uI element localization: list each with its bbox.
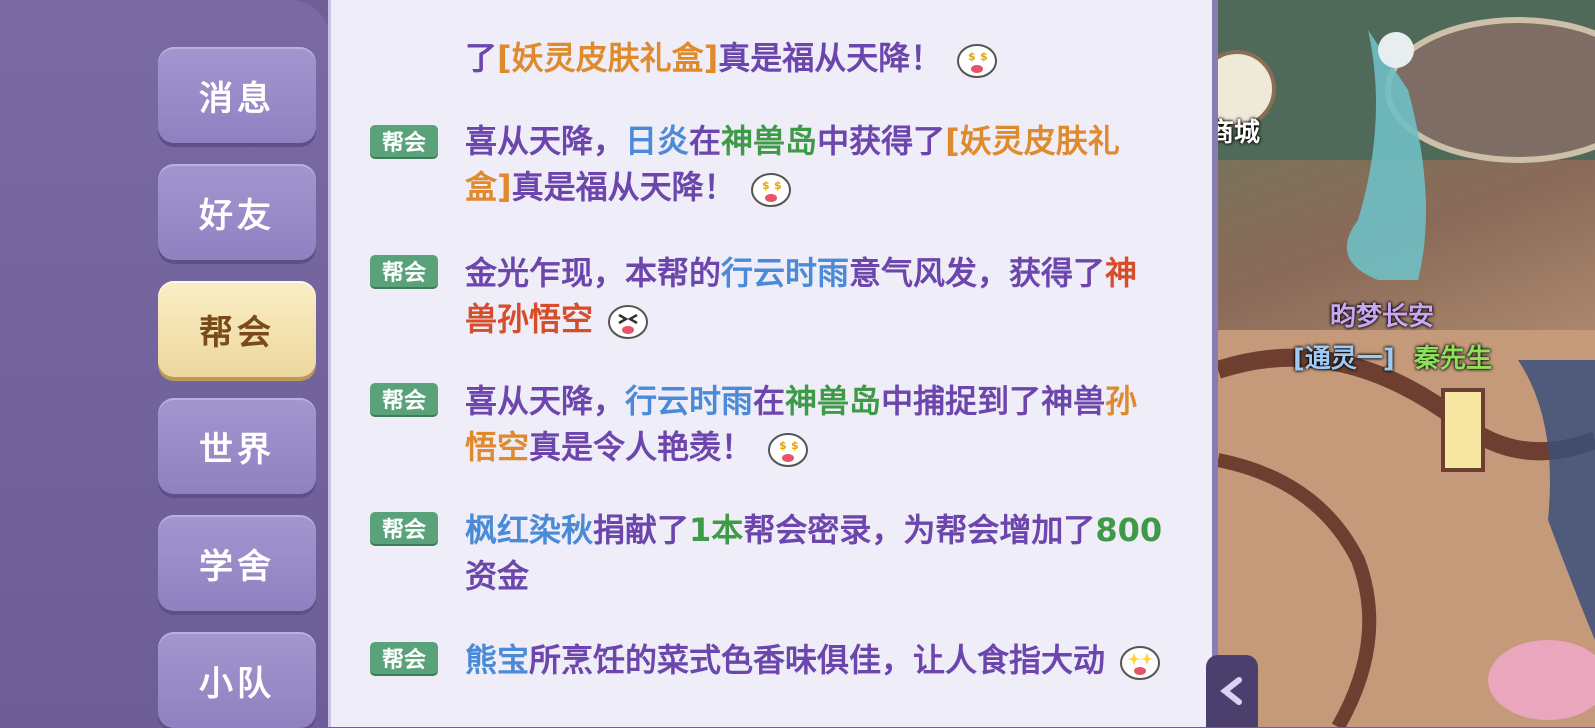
message-segment: 中捕捉到了神兽	[881, 382, 1106, 420]
message-segment[interactable]: 枫红染秋	[465, 511, 593, 549]
player-name[interactable]: 秦先生	[1414, 338, 1492, 375]
collapse-chat-button[interactable]	[1206, 655, 1258, 727]
message-segment: 在	[753, 382, 786, 420]
message-segment: 捐献了	[593, 511, 690, 549]
message-segment: 在	[689, 122, 722, 160]
money-eyes-emoji-icon: $ $	[768, 433, 809, 467]
money-eyes-emoji-icon: $ $	[957, 44, 998, 78]
city-label[interactable]: 商城	[1218, 112, 1260, 149]
tab-guild[interactable]: 帮会	[158, 281, 316, 377]
message-segment: 资金	[465, 557, 530, 595]
tab-friends[interactable]: 好友	[158, 164, 316, 260]
svg-text:$: $	[762, 179, 770, 192]
excited-emoji-icon	[608, 305, 649, 339]
message-segment[interactable]: [妖灵皮肤礼盒]	[497, 39, 718, 77]
sparkle-eyes-emoji-icon	[1120, 646, 1161, 680]
message-segment: 金光乍现，本帮的	[465, 254, 722, 292]
message-segment[interactable]: 日炎	[625, 122, 689, 160]
chat-message-list[interactable]: 了[妖灵皮肤礼盒]真是福从天降！ $ $ 帮会 喜从天降，日炎在神兽岛中获得了[妖灵…	[328, 0, 1218, 727]
message-segment[interactable]: 800	[1095, 511, 1162, 549]
svg-text:$: $	[980, 50, 988, 63]
message-segment: 真是福从天降！	[718, 39, 943, 77]
guild-channel-badge: 帮会	[370, 255, 438, 287]
message-segment: 真是福从天降！	[511, 168, 736, 206]
message-segment[interactable]: 行云时雨	[721, 254, 849, 292]
message-segment: 真是令人艳羡！	[529, 428, 754, 466]
guild-channel-badge: 帮会	[370, 512, 438, 544]
message-segment: 喜从天降，	[465, 122, 626, 160]
game-scene-view[interactable]: 商城 昀梦长安 [通灵一] 秦先生	[1218, 0, 1595, 727]
guild-channel-badge: 帮会	[370, 383, 438, 415]
svg-text:$: $	[968, 50, 976, 63]
tab-messages[interactable]: 消息	[158, 47, 316, 143]
message-segment: 喜从天降，	[465, 382, 626, 420]
message-segment: 所烹饪的菜式色香味俱佳，让人食指大动	[529, 641, 1106, 679]
message-segment: 了	[465, 39, 498, 77]
guild-channel-badge: 帮会	[370, 125, 438, 157]
tab-world[interactable]: 世界	[158, 398, 316, 494]
message-segment[interactable]: 神兽岛	[785, 382, 881, 420]
player-title: 昀梦长安	[1330, 302, 1435, 332]
message-segment[interactable]: 行云时雨	[625, 382, 753, 420]
chevron-left-icon	[1220, 677, 1242, 705]
message-segment: 意气风发，获得了	[849, 254, 1106, 292]
message-text: 金光乍现，本帮的行云时雨意气风发，获得了神兽孙悟空	[465, 250, 1165, 342]
svg-text:$: $	[779, 439, 787, 452]
message-segment: 帮会密录，为帮会增加了	[743, 511, 1096, 549]
message-text: 枫红染秋捐献了1本帮会密录，为帮会增加了800 资金	[465, 507, 1165, 599]
message-segment[interactable]: 神兽岛	[721, 122, 817, 160]
message-text: 熊宝所烹饪的菜式色香味俱佳，让人食指大动	[465, 637, 1165, 683]
money-eyes-emoji-icon: $ $	[750, 173, 791, 207]
tab-team[interactable]: 小队	[158, 632, 316, 728]
message-segment[interactable]: 熊宝	[465, 641, 529, 679]
svg-text:$: $	[791, 439, 799, 452]
message-text: 喜从天降，行云时雨在神兽岛中捕捉到了神兽孙悟空真是令人艳羡！ $ $	[465, 378, 1165, 470]
chat-channel-sidebar: 消息 好友 帮会 世界 学舍 小队	[0, 0, 330, 728]
message-text: 喜从天降，日炎在神兽岛中获得了[妖灵皮肤礼盒]真是福从天降！ $ $	[465, 118, 1165, 210]
svg-text:$: $	[774, 179, 782, 192]
guild-channel-badge: 帮会	[370, 642, 438, 674]
tab-school[interactable]: 学舍	[158, 515, 316, 611]
player-name-prefix: [通灵一]	[1293, 344, 1395, 374]
scene-background	[1218, 0, 1595, 727]
message-segment: 中获得了	[817, 122, 946, 160]
message-segment[interactable]: 1本	[689, 511, 743, 549]
message-text: 了[妖灵皮肤礼盒]真是福从天降！ $ $	[465, 35, 1165, 81]
